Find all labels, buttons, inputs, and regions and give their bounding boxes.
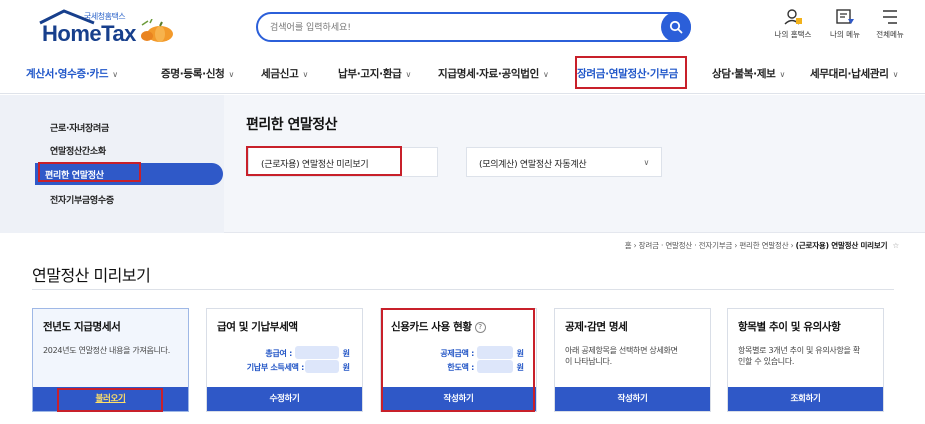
header: 국세청홈택스 HomeTax 나의 홈택스: [0, 0, 925, 54]
salary-label: 총급여 :: [265, 349, 292, 358]
chevron-down-icon: ∨: [779, 70, 786, 79]
gnb-label: 지급명세·자료·공익법인: [438, 68, 539, 80]
card-title: 전년도 지급명세서: [43, 321, 121, 333]
gnb-label: 납부·고지·환급: [338, 68, 402, 80]
search-input[interactable]: [270, 20, 650, 36]
all-menu-button[interactable]: 전체메뉴: [868, 8, 912, 40]
hamburger-menu-icon: [883, 10, 897, 24]
highlight-box-load: [57, 388, 163, 412]
card-title: 공제·감면 명세: [565, 321, 628, 333]
breadcrumb: 홈 › 장려금 · 연말정산 · 전자기부금 › 편리한 연말정산 › (근로자…: [625, 240, 899, 251]
user-home-icon: [784, 9, 802, 25]
chevron-down-icon: ∨: [228, 70, 235, 79]
gnb-item-consulting[interactable]: 상담·불복·제보 ∨: [712, 66, 785, 81]
sidebar-item-donation-receipt[interactable]: 전자기부금영수증: [50, 193, 114, 206]
highlight-box-credit-card: [381, 308, 535, 412]
card-deductions: 공제·감면 명세 아래 공제항목을 선택하면 상세화면이 나타납니다. 작성하기: [554, 308, 711, 412]
my-menu-icon: [836, 9, 854, 24]
my-hometax-label: 나의 홈택스: [774, 30, 812, 39]
panel-title: 편리한 연말정산: [246, 117, 338, 133]
card-salary: 급여 및 기납부세액 총급여 : 원 기납부 소득세액 : 원 수정하기: [206, 308, 363, 412]
chevron-down-icon: ∨: [405, 70, 412, 79]
salary-unit: 원: [342, 349, 350, 358]
gnb-label: 세무대리·납세관리: [810, 68, 889, 80]
card-desc: 2024년도 연말정산 내용을 가져옵니다.: [43, 346, 170, 355]
view-button[interactable]: 조회하기: [728, 387, 883, 411]
my-menu-button[interactable]: 나의 메뉴: [823, 8, 867, 40]
redacted-value: [295, 346, 339, 359]
page-title: 연말정산 미리보기: [32, 266, 151, 285]
chevron-down-icon: ∨: [542, 70, 549, 79]
gnb-item-statements[interactable]: 지급명세·자료·공익법인 ∨: [438, 66, 549, 81]
edit-button[interactable]: 수정하기: [207, 387, 362, 411]
highlight-box-gnb: [575, 56, 687, 89]
prepaid-tax-label: 기납부 소득세액 :: [246, 363, 305, 372]
card-title: 급여 및 기납부세액: [217, 321, 298, 333]
gnb-item-invoices[interactable]: 계산서·영수증·카드 ∨: [26, 66, 118, 81]
hometax-logo[interactable]: 국세청홈택스 HomeTax: [38, 9, 188, 49]
sidebar-item-incentives[interactable]: 근로·자녀장려금: [50, 121, 109, 134]
card-title: 항목별 추이 및 유의사항: [738, 321, 841, 333]
breadcrumb-trail[interactable]: 홈 › 장려금 · 연말정산 · 전자기부금 › 편리한 연말정산 ›: [625, 241, 796, 250]
redacted-value: [305, 360, 339, 373]
breadcrumb-current: (근로자용) 연말정산 미리보기: [795, 241, 888, 250]
chevron-down-icon: ∨: [643, 158, 649, 167]
search-box: [256, 12, 691, 42]
sidebar-item-simplified[interactable]: 연말정산간소화: [50, 144, 106, 157]
gnb-item-payment[interactable]: 납부·고지·환급 ∨: [338, 66, 411, 81]
search-button[interactable]: [661, 12, 691, 42]
my-hometax-button[interactable]: 나의 홈택스: [771, 8, 815, 40]
card-desc: 항목별로 3개년 추이 및 유의사항을 확인할 수 있습니다.: [738, 346, 860, 366]
highlight-box-sidebar: [38, 162, 141, 182]
chevron-down-icon: ∨: [112, 70, 118, 79]
chevron-down-icon: ∨: [302, 70, 309, 79]
option-auto-calc[interactable]: (모의계산) 연말정산 자동계산 ∨: [466, 147, 662, 177]
my-menu-label: 나의 메뉴: [830, 30, 860, 39]
gnb-label: 증명·등록·신청: [161, 68, 225, 80]
prepaid-tax-unit: 원: [342, 363, 350, 372]
main-navigation: 계산서·영수증·카드 ∨ 증명·등록·신청 ∨ 세금신고 ∨ 납부·고지·환급 ∨ 지급…: [0, 54, 925, 94]
gnb-label: 계산서·영수증·카드: [26, 68, 109, 80]
logo-text: HomeTax: [42, 21, 136, 46]
submenu-sidebar: 근로·자녀장려금 연말정산간소화 편리한 연말정산 전자기부금영수증: [0, 95, 224, 233]
all-menu-label: 전체메뉴: [876, 30, 904, 39]
write-button[interactable]: 작성하기: [555, 387, 710, 411]
gnb-item-certificates[interactable]: 증명·등록·신청 ∨: [161, 66, 234, 81]
chevron-down-icon: ∨: [892, 70, 899, 79]
gnb-label: 상담·불복·제보: [712, 68, 776, 80]
favorite-star-icon[interactable]: ☆: [892, 241, 899, 250]
gnb-label: 세금신고: [261, 68, 299, 80]
submenu-panel: 근로·자녀장려금 연말정산간소화 편리한 연말정산 전자기부금영수증 편리한 연…: [0, 95, 925, 233]
option-label: (모의계산) 연말정산 자동계산: [479, 160, 587, 170]
gnb-item-tax-agent[interactable]: 세무대리·납세관리 ∨: [810, 66, 898, 81]
card-trends: 항목별 추이 및 유의사항 항목별로 3개년 추이 및 유의사항을 확인할 수 …: [727, 308, 884, 412]
divider: [32, 289, 894, 290]
gnb-item-tax-filing[interactable]: 세금신고 ∨: [261, 66, 308, 81]
card-desc: 아래 공제항목을 선택하면 상세화면이 나타납니다.: [565, 346, 678, 366]
highlight-box-option: [246, 146, 402, 176]
search-icon: [669, 20, 683, 34]
pumpkin-icon: [141, 19, 173, 42]
